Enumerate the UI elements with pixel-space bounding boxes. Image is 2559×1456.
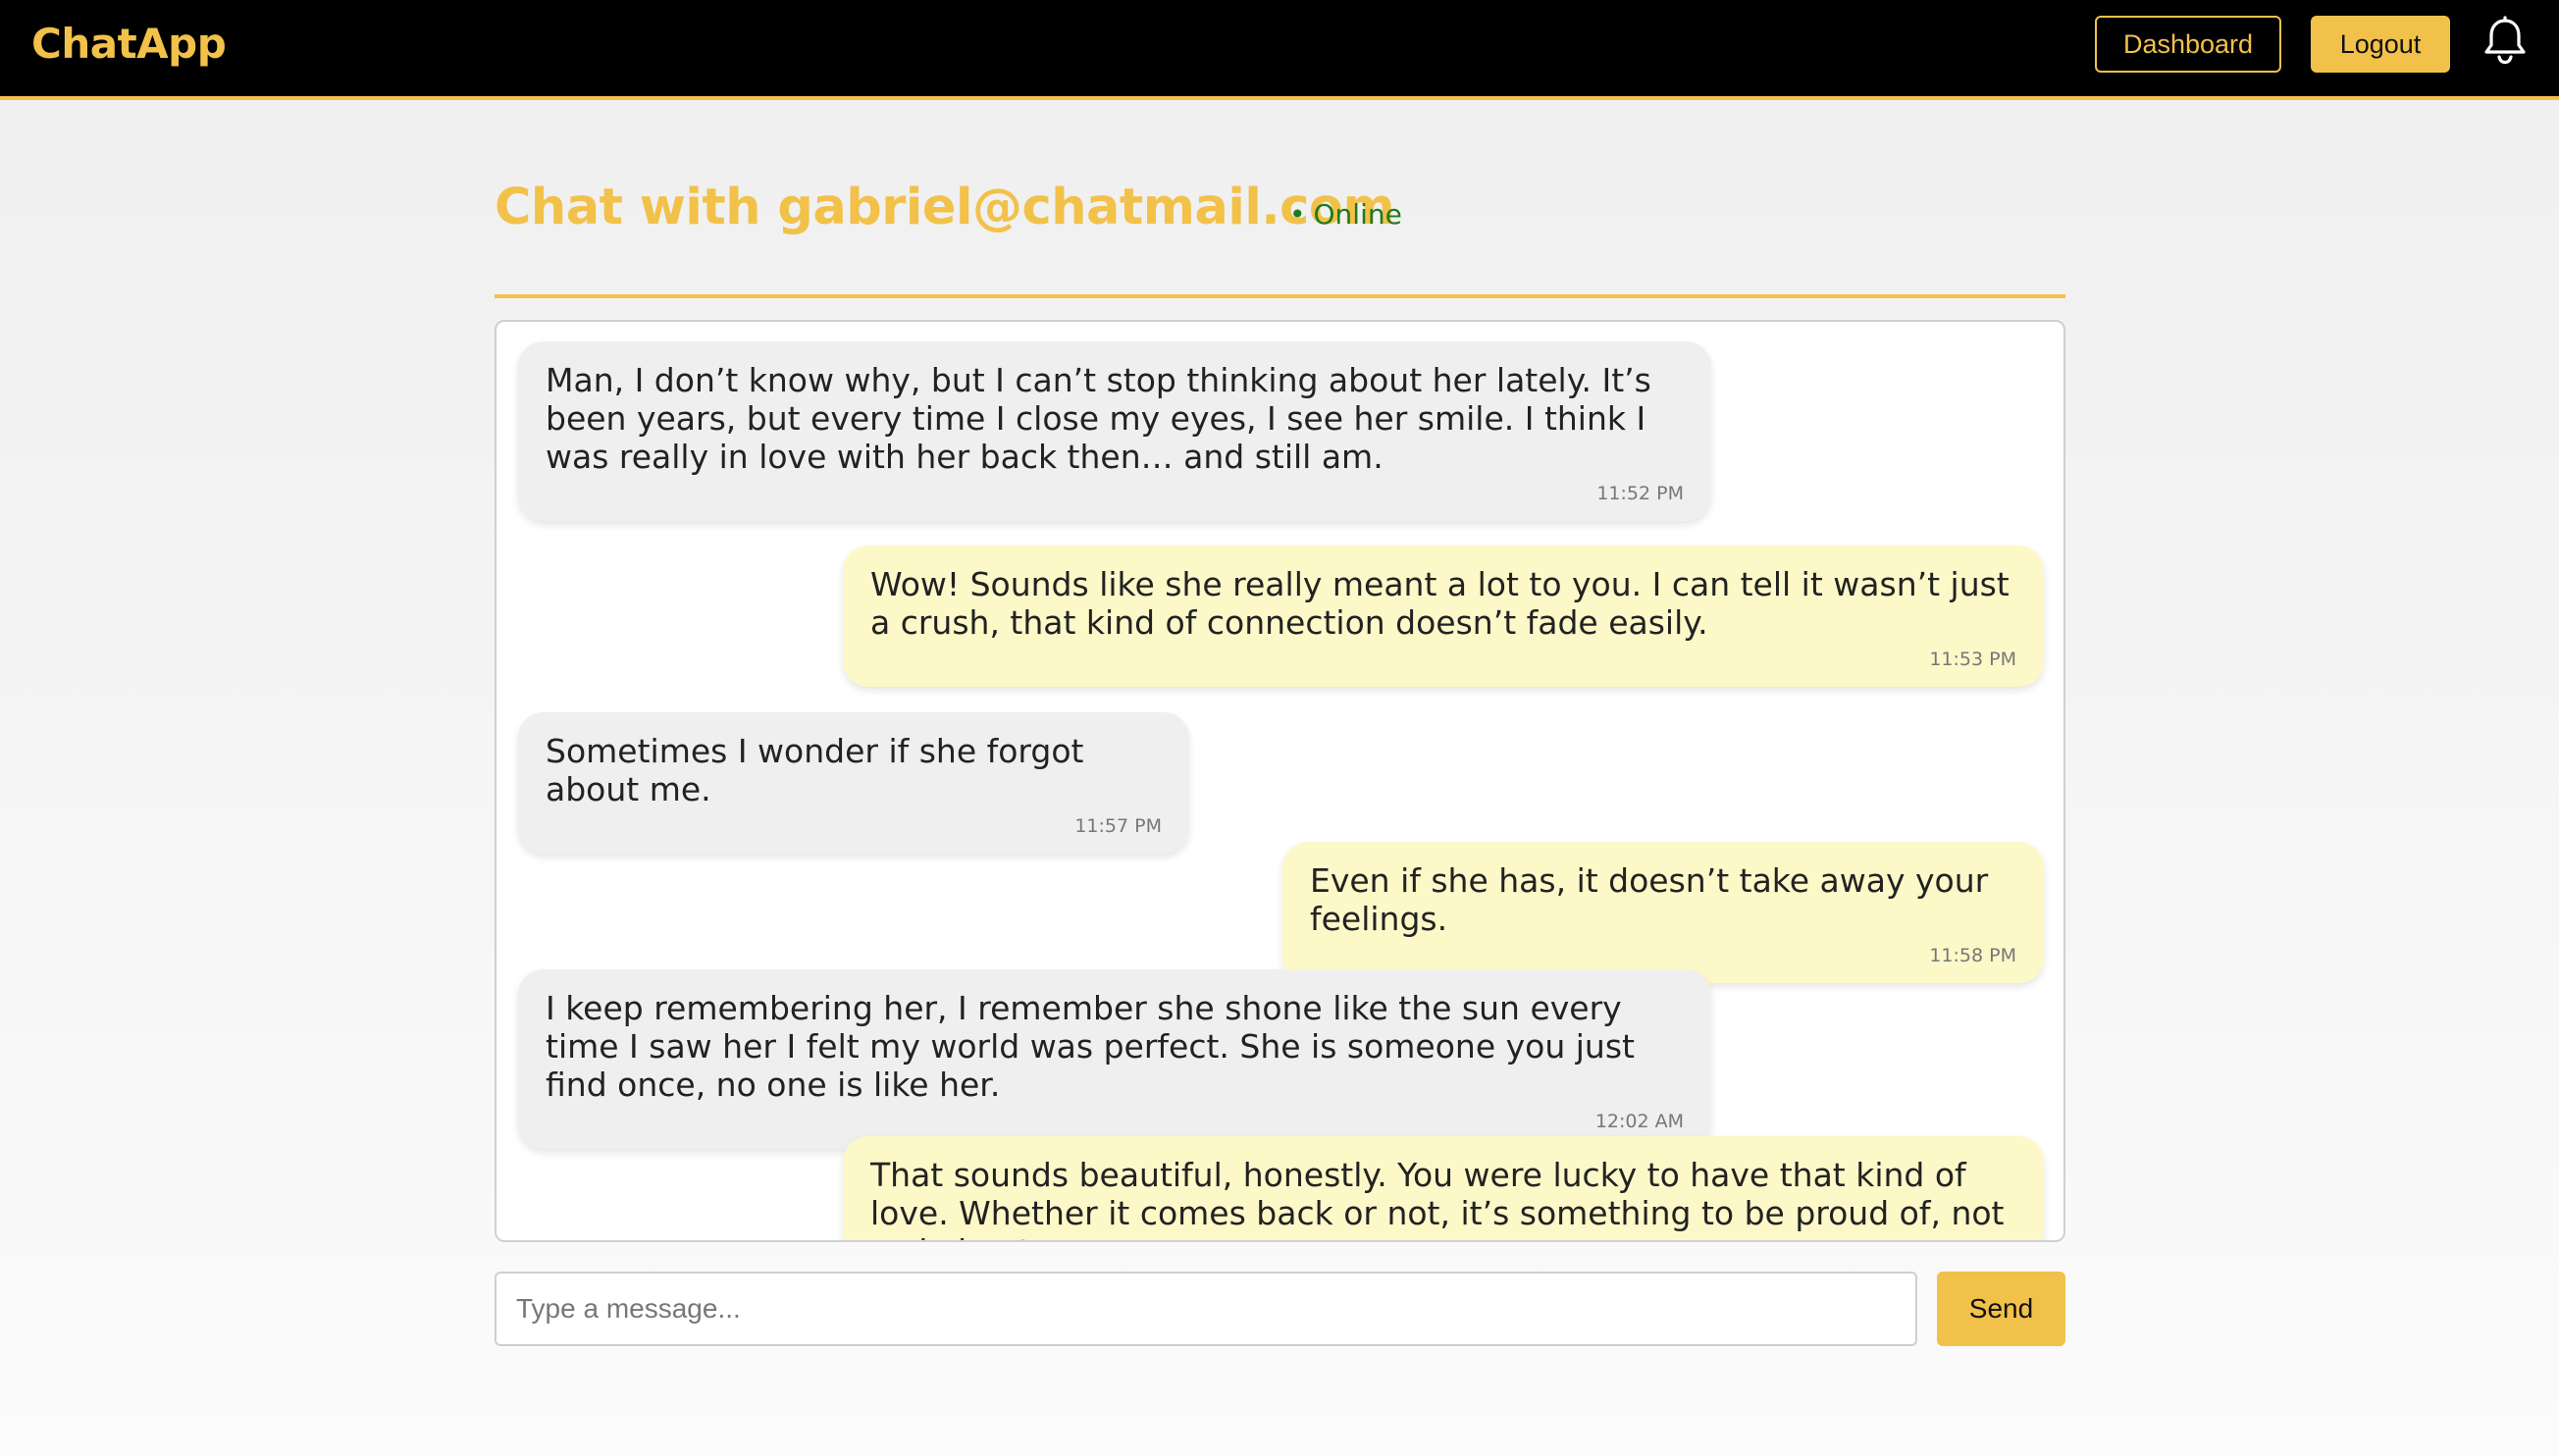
message-time: 11:57 PM	[1074, 815, 1162, 837]
message-time: 11:58 PM	[1929, 945, 2016, 966]
top-navbar: ChatApp Dashboard Logout	[0, 0, 2559, 100]
message-incoming: Sometimes I wonder if she forgot about m…	[518, 712, 1189, 854]
message-text: Sometimes I wonder if she forgot about m…	[546, 732, 1084, 808]
message-input[interactable]	[495, 1272, 1917, 1346]
online-status: • Online	[1289, 198, 1402, 231]
message-list[interactable]: Man, I don’t know why, but I can’t stop …	[495, 320, 2065, 1242]
message-time: 11:53 PM	[1929, 649, 2016, 670]
message-time: 11:52 PM	[1596, 483, 1684, 504]
message-text: Even if she has, it doesn’t take away yo…	[1310, 861, 1989, 938]
message-outgoing: Even if she has, it doesn’t take away yo…	[1282, 842, 2044, 983]
message-incoming: I keep remembering her, I remember she s…	[518, 969, 1711, 1149]
chat-title: Chat with gabriel@chatmail.com	[495, 179, 1395, 236]
bell-icon[interactable]	[2482, 16, 2528, 65]
title-divider	[495, 294, 2065, 298]
brand-logo[interactable]: ChatApp	[31, 20, 227, 68]
dashboard-button[interactable]: Dashboard	[2095, 16, 2281, 73]
message-outgoing: Wow! Sounds like she really meant a lot …	[843, 546, 2044, 687]
status-label: Online	[1313, 198, 1402, 231]
status-dot-icon: •	[1289, 198, 1306, 231]
message-text: Wow! Sounds like she really meant a lot …	[870, 565, 2010, 642]
message-text: I keep remembering her, I remember she s…	[546, 989, 1635, 1104]
message-time: 12:02 AM	[1594, 1111, 1684, 1132]
message-text: That sounds beautiful, honestly. You wer…	[870, 1156, 2005, 1240]
logout-button[interactable]: Logout	[2311, 16, 2450, 73]
message-outgoing: That sounds beautiful, honestly. You wer…	[843, 1136, 2044, 1240]
message-incoming: Man, I don’t know why, but I can’t stop …	[518, 341, 1711, 521]
message-text: Man, I don’t know why, but I can’t stop …	[546, 361, 1651, 476]
send-button[interactable]: Send	[1937, 1272, 2065, 1346]
